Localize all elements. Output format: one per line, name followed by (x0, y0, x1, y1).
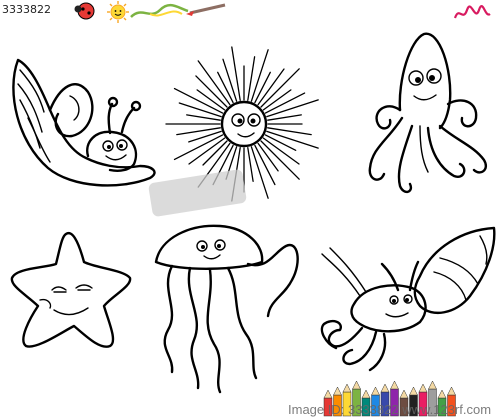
pencil-tip (361, 389, 371, 399)
pencil-tip (352, 380, 361, 390)
pencil-tip (390, 380, 399, 390)
starfish-character (10, 231, 132, 348)
pencil-tip (409, 386, 418, 396)
pencil-tip (437, 389, 447, 399)
pencil-tip (371, 386, 380, 396)
jellyfish-character (154, 224, 299, 394)
illustration (10, 1, 496, 417)
ladybug-icon (74, 2, 95, 20)
snail-character (12, 58, 156, 187)
pencil-tip (380, 383, 390, 393)
pencil-tip (447, 386, 456, 396)
pencil-tip (418, 383, 428, 393)
urchin-spike (188, 137, 226, 165)
octopus-character (368, 32, 488, 194)
watermark-text: Image ID: 3333822 www.123rf.com (288, 402, 492, 417)
urchin-spike (188, 130, 222, 143)
urchin-spike (262, 137, 300, 165)
urchin-spike (267, 114, 302, 121)
pencil-tip (342, 383, 352, 393)
urchin-spike (257, 68, 285, 106)
pencil-tip (333, 386, 342, 396)
crayon-scribble-icon (130, 3, 189, 18)
coloring-page: 3333822 Image ID: 3333822 www.123rf.com (0, 0, 500, 418)
sun-icon (107, 1, 129, 23)
urchin-spike (186, 114, 221, 121)
hermit-crab-character (320, 226, 496, 372)
paintbrush-icon (186, 3, 226, 16)
pencil-tip (323, 389, 333, 399)
pencil-tip (399, 389, 409, 399)
magenta-logo-icon (453, 5, 491, 19)
urchin-spike (247, 147, 254, 182)
pencil-tip (428, 380, 437, 390)
